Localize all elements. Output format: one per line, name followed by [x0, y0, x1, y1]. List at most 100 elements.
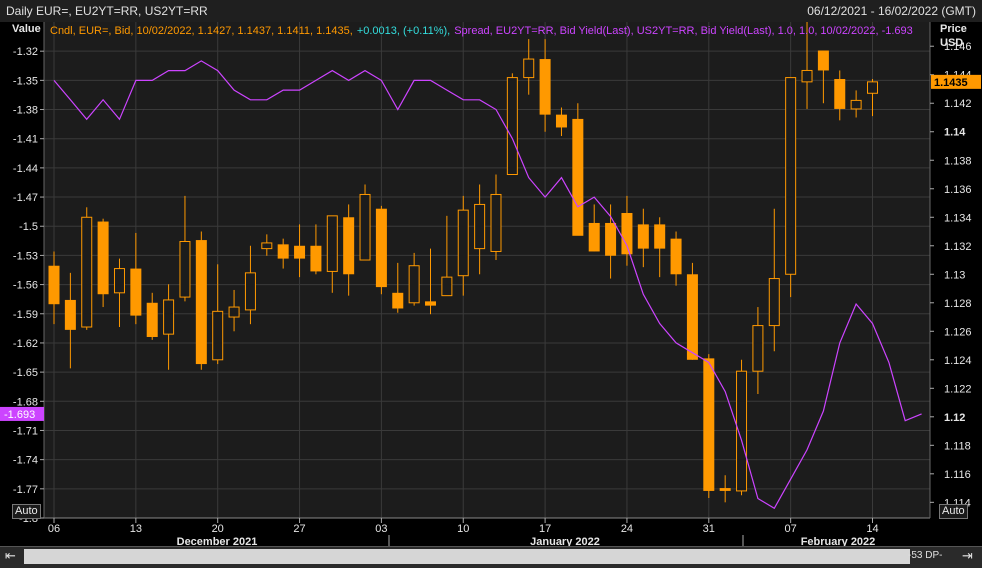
candle-body — [343, 217, 355, 275]
candle-body — [490, 193, 502, 252]
candle-body — [195, 240, 207, 365]
legend: Cndl, EUR=, Bid, 10/02/2022, 1.1427, 1.1… — [50, 25, 913, 37]
candle-body — [637, 224, 649, 249]
candle-body — [621, 212, 633, 255]
candle-body — [425, 301, 437, 306]
left-tick-label: -1.41 — [13, 134, 38, 146]
x-tick-label: 13 — [130, 523, 142, 535]
candle — [506, 73, 518, 176]
candle-body — [719, 488, 731, 491]
candle — [195, 231, 207, 370]
candle-body — [670, 238, 682, 275]
x-tick-label: 07 — [785, 523, 797, 535]
x-tick-label: 17 — [539, 523, 551, 535]
month-label: January 2022 — [530, 536, 600, 546]
x-tick-label: 10 — [457, 523, 469, 535]
x-tick-label: 20 — [212, 523, 224, 535]
candle-body — [212, 310, 224, 361]
candle — [81, 207, 93, 330]
last-price-marker: 1.1435 — [931, 74, 981, 89]
auto-scale-left-button[interactable]: Auto — [12, 504, 41, 519]
candle-body — [703, 358, 715, 491]
left-tick-label: -1.65 — [13, 367, 38, 379]
right-tick-label: 1.138 — [944, 155, 972, 167]
right-tick-label: 1.13 — [944, 269, 965, 281]
candle-body — [768, 278, 780, 327]
right-axis-title-usd: USD — [940, 37, 963, 49]
candle — [359, 184, 371, 261]
right-tick-label: 1.132 — [944, 241, 972, 253]
right-tick-label: 1.142 — [944, 98, 972, 110]
last-price-label: 1.1435 — [934, 77, 968, 89]
x-tick-label: 27 — [293, 523, 305, 535]
candle-body — [834, 79, 846, 109]
left-tick-label: -1.77 — [13, 484, 38, 496]
scroll-track[interactable] — [24, 549, 910, 564]
candle-body — [539, 59, 551, 115]
left-tick-label: -1.71 — [13, 425, 38, 437]
candle — [686, 262, 698, 360]
candle-body — [572, 118, 584, 236]
x-tick-label: 03 — [375, 523, 387, 535]
chart-canvas[interactable]: -1.32 -1.35 -1.38 -1.41 -1.44 -1.47 -1.5 -1.53 -… — [0, 0, 982, 546]
candle-body — [48, 265, 60, 305]
candle-body — [130, 268, 142, 316]
right-tick-label: 1.116 — [944, 469, 971, 481]
candle-body — [752, 325, 764, 372]
scroll-right-icon[interactable]: ⇥ — [962, 548, 973, 565]
candle-body — [244, 272, 256, 311]
plot-area — [44, 22, 930, 518]
right-tick-label: 1.128 — [944, 298, 972, 310]
candle-body — [867, 81, 878, 94]
right-tick-label: 1.124 — [944, 355, 972, 367]
candle-body — [588, 222, 600, 252]
right-axis-title-price: Price — [940, 23, 967, 35]
candle — [97, 218, 109, 308]
candle-body — [850, 99, 862, 110]
left-tick-label: -1.47 — [13, 192, 38, 204]
left-tick-label: -1.32 — [13, 46, 38, 58]
left-axis-title: Value — [12, 23, 41, 35]
candle — [785, 77, 797, 298]
candle-body — [817, 50, 829, 71]
candle-body — [392, 292, 404, 309]
candle-body — [408, 265, 420, 304]
candle — [736, 359, 748, 496]
candle-body — [359, 193, 371, 261]
candle-body — [163, 299, 175, 335]
right-tick-label: 1.12 — [944, 412, 965, 424]
candle-body — [113, 268, 125, 294]
candle-body — [310, 245, 322, 272]
candle-body — [97, 221, 109, 295]
candle-body — [474, 203, 486, 250]
left-tick-label: -1.44 — [13, 163, 38, 175]
candle-body — [555, 114, 567, 128]
x-tick-label: 24 — [621, 523, 633, 535]
month-label: February 2022 — [801, 536, 876, 546]
candle-body — [294, 245, 306, 259]
left-tick-label: -1.59 — [13, 309, 38, 321]
x-tick-label: 14 — [866, 523, 878, 535]
right-tick-label: 1.122 — [944, 383, 972, 395]
left-tick-label: -1.74 — [13, 455, 38, 467]
left-tick-label: -1.56 — [13, 280, 38, 292]
right-tick-label: 1.118 — [944, 440, 971, 452]
candle-body — [441, 276, 453, 297]
candle-body — [146, 302, 158, 337]
legend-candle: Cndl, EUR=, Bid, 10/02/2022, 1.1427, 1.1… — [50, 25, 353, 37]
auto-scale-right-button[interactable]: Auto — [939, 504, 968, 519]
last-spread-label: -1.693 — [4, 409, 35, 421]
candle-body — [457, 209, 469, 277]
candle-body — [785, 77, 797, 275]
candle-body — [605, 222, 617, 256]
scroll-left-icon[interactable]: ⇤ — [5, 548, 16, 565]
candle-body — [179, 240, 191, 298]
left-tick-label: -1.5 — [19, 221, 38, 233]
datapoints-label: -53 DP- — [908, 550, 943, 561]
month-label: December 2021 — [177, 536, 258, 546]
left-tick-label: -1.62 — [13, 338, 38, 350]
candle-body — [64, 299, 76, 330]
candle — [572, 103, 584, 236]
last-spread-marker: -1.693 — [0, 406, 44, 421]
right-tick-label: 1.14 — [944, 127, 966, 139]
